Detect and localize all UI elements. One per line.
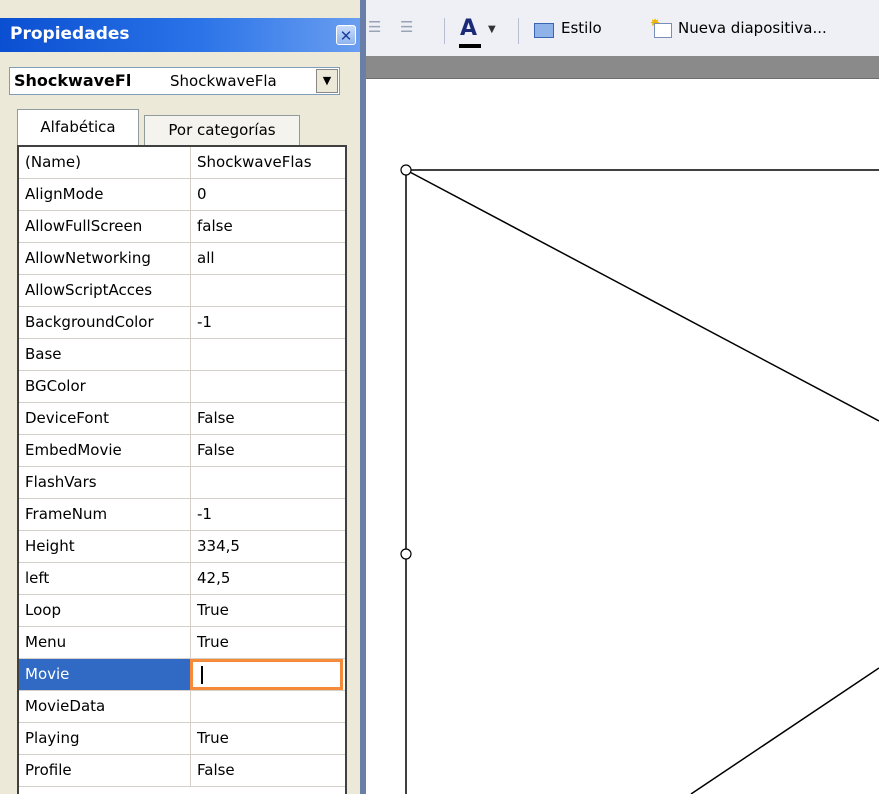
object-selector[interactable]: ShockwaveFl ShockwaveFla ▼ [9,67,340,95]
text-caret [201,666,203,684]
decrease-indent-icon[interactable]: ☰ [368,18,381,36]
property-value[interactable] [191,371,345,402]
property-row[interactable]: Profile False [19,755,345,787]
toolbar-separator [444,18,445,44]
property-name[interactable]: DeviceFont [19,403,191,434]
property-value[interactable]: all [191,243,345,274]
resize-handle-icon[interactable] [400,548,412,560]
dropdown-arrow-icon[interactable]: ▼ [316,69,338,93]
shape-diagonal-bottom [690,667,879,794]
slide-canvas [400,164,879,794]
font-color-swatch [459,44,481,48]
property-row[interactable]: Loop True [19,595,345,627]
property-row[interactable]: Playing True [19,723,345,755]
tab-por-categorias[interactable]: Por categorías [144,115,300,145]
increase-indent-icon[interactable]: ☰ [400,18,413,36]
property-row[interactable]: left 42,5 [19,563,345,595]
font-color-icon[interactable]: A [460,16,477,41]
property-name[interactable]: Movie [19,659,191,690]
property-row[interactable]: AllowFullScreen false [19,211,345,243]
property-name[interactable]: Loop [19,595,191,626]
formatting-toolbar: ☰ ☰ A ▼ Estilo ✸ Nueva diapositiva... [366,0,879,56]
property-row[interactable]: BGColor [19,371,345,403]
property-row[interactable]: Height 334,5 [19,531,345,563]
property-value[interactable]: False [191,403,345,434]
new-slide-icon[interactable] [654,23,672,38]
property-name[interactable]: Playing [19,723,191,754]
properties-title-bar[interactable]: Propiedades ✕ [0,18,360,52]
property-value[interactable] [191,275,345,306]
property-row[interactable]: EmbedMovie False [19,435,345,467]
property-name[interactable]: BackgroundColor [19,307,191,338]
property-value[interactable]: false [191,211,345,242]
property-value[interactable]: 42,5 [191,563,345,594]
property-value[interactable] [191,691,345,722]
shape-diagonal-top [405,169,879,422]
object-name: ShockwaveFl [14,71,132,90]
property-name[interactable]: BGColor [19,371,191,402]
property-value[interactable]: False [191,755,345,786]
property-value[interactable]: True [191,627,345,658]
property-row[interactable]: Movie [19,659,345,691]
property-row[interactable]: BackgroundColor -1 [19,307,345,339]
property-row[interactable]: FlashVars [19,467,345,499]
toolbar-separator [518,18,519,44]
property-value[interactable]: -1 [191,307,345,338]
property-row[interactable]: AlignMode 0 [19,179,345,211]
resize-handle-icon[interactable] [400,164,412,176]
property-grid: (Name) ShockwaveFlas AlignMode 0 AllowFullSc… [17,145,347,794]
property-row[interactable]: AllowNetworking all [19,243,345,275]
property-value[interactable]: -1 [191,499,345,530]
property-name[interactable]: left [19,563,191,594]
property-name[interactable]: Menu [19,627,191,658]
property-value[interactable] [191,467,345,498]
property-value[interactable]: 334,5 [191,531,345,562]
property-name[interactable]: AllowFullScreen [19,211,191,242]
property-row[interactable]: FrameNum -1 [19,499,345,531]
property-value[interactable] [191,339,345,370]
property-row[interactable]: Base [19,339,345,371]
property-value[interactable]: ShockwaveFlas [191,147,345,178]
properties-panel: Propiedades ✕ ShockwaveFl ShockwaveFla ▼… [0,0,360,794]
nueva-diapositiva-button[interactable]: Nueva diapositiva... [678,19,827,37]
property-row[interactable]: AllowScriptAcces [19,275,345,307]
property-value[interactable]: 0 [191,179,345,210]
property-name[interactable]: Profile [19,755,191,786]
property-name[interactable]: Base [19,339,191,370]
estilo-icon[interactable] [534,23,554,38]
close-icon[interactable]: ✕ [336,25,356,45]
property-name[interactable]: (Name) [19,147,191,178]
font-color-dropdown-icon[interactable]: ▼ [488,24,496,35]
property-name[interactable]: MovieData [19,691,191,722]
property-row[interactable]: (Name) ShockwaveFlas [19,147,345,179]
property-name[interactable]: Height [19,531,191,562]
movie-value-input[interactable] [190,659,343,690]
property-value[interactable]: True [191,723,345,754]
property-name[interactable]: FrameNum [19,499,191,530]
object-type: ShockwaveFla [170,72,277,90]
property-value[interactable]: True [191,595,345,626]
panel-title: Propiedades [10,24,130,44]
property-name[interactable]: AllowScriptAcces [19,275,191,306]
property-value[interactable]: False [191,435,345,466]
estilo-button[interactable]: Estilo [561,19,602,37]
property-row[interactable]: DeviceFont False [19,403,345,435]
property-name[interactable]: AlignMode [19,179,191,210]
property-row[interactable]: MovieData [19,691,345,723]
property-row[interactable]: Menu True [19,627,345,659]
property-name[interactable]: EmbedMovie [19,435,191,466]
tab-alfabetica[interactable]: Alfabética [17,109,139,145]
property-name[interactable]: AllowNetworking [19,243,191,274]
property-name[interactable]: FlashVars [19,467,191,498]
workspace-gray-bar [366,56,879,79]
